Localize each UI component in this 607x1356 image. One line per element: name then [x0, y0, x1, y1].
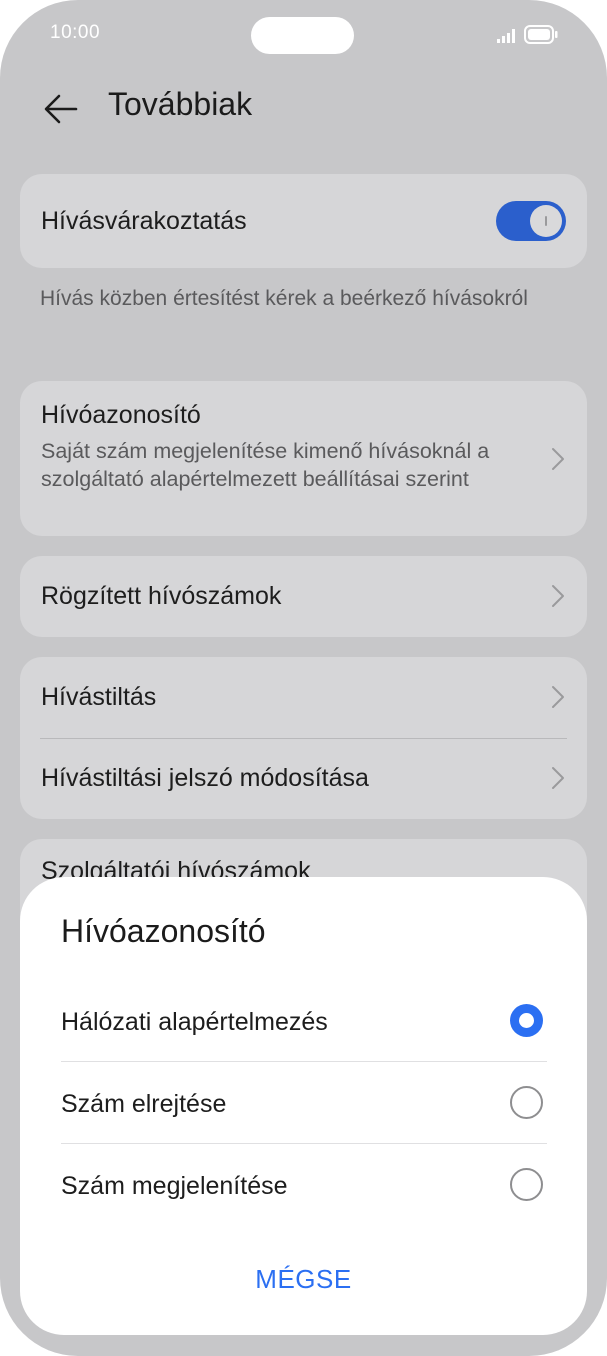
option-label: Szám megjelenítése	[61, 1172, 288, 1200]
radio-unselected[interactable]	[510, 1168, 543, 1201]
battery-icon	[524, 25, 558, 44]
chevron-right-icon	[552, 585, 564, 607]
option-network-default[interactable]: Hálózati alapértelmezés	[61, 980, 547, 1060]
radio-selected[interactable]	[510, 1004, 543, 1037]
dialog-title: Hívóazonosító	[61, 913, 266, 949]
call-barring-card: Hívástiltás Hívástiltási jelszó módosítá…	[20, 657, 587, 819]
chevron-right-icon	[552, 767, 564, 789]
option-label: Szám elrejtése	[61, 1090, 227, 1118]
status-bar: 10:00	[0, 0, 607, 70]
status-time: 10:00	[50, 22, 101, 43]
fixed-dialing-label: Rögzített hívószámok	[41, 582, 282, 610]
caller-id-description: Saját szám megjelenítése kimenő hívásokn…	[41, 439, 490, 491]
call-waiting-card: Hívásvárakoztatás	[20, 174, 587, 268]
call-barring-row[interactable]: Hívástiltás	[20, 657, 587, 738]
call-barring-label: Hívástiltás	[41, 683, 157, 711]
option-show-number[interactable]: Szám megjelenítése	[61, 1144, 547, 1224]
caller-id-dialog: Hívóazonosító Hálózati alapértelmezés Sz…	[20, 877, 587, 1335]
barring-password-label: Hívástiltási jelszó módosítása	[41, 764, 369, 792]
call-waiting-hint: Hívás közben értesítést kérek a beérkező…	[40, 287, 528, 310]
caller-id-card[interactable]: Hívóazonosító Saját szám megjelenítése k…	[20, 381, 587, 536]
page-title: Továbbiak	[108, 86, 253, 122]
option-hide-number[interactable]: Szám elrejtése	[61, 1062, 547, 1142]
call-waiting-label: Hívásvárakoztatás	[41, 207, 247, 235]
toggle-knob	[530, 205, 562, 237]
option-label: Hálózati alapértelmezés	[61, 1008, 328, 1036]
radio-unselected[interactable]	[510, 1086, 543, 1119]
barring-password-row[interactable]: Hívástiltási jelszó módosítása	[20, 738, 587, 819]
back-button[interactable]	[40, 88, 82, 130]
caller-id-label: Hívóazonosító	[41, 401, 201, 429]
cancel-button[interactable]: MÉGSE	[20, 1264, 587, 1295]
camera-cutout	[251, 17, 354, 54]
app-bar: Továbbiak	[0, 78, 607, 138]
chevron-right-icon	[552, 448, 564, 470]
call-waiting-toggle[interactable]	[496, 201, 566, 241]
signal-icon	[497, 29, 515, 43]
arrow-left-icon	[44, 94, 78, 124]
phone-screen: 10:00 Továbbiak Hívásvárakoztatás Hívás …	[0, 0, 607, 1356]
chevron-right-icon	[552, 686, 564, 708]
fixed-dialing-card[interactable]: Rögzített hívószámok	[20, 556, 587, 637]
